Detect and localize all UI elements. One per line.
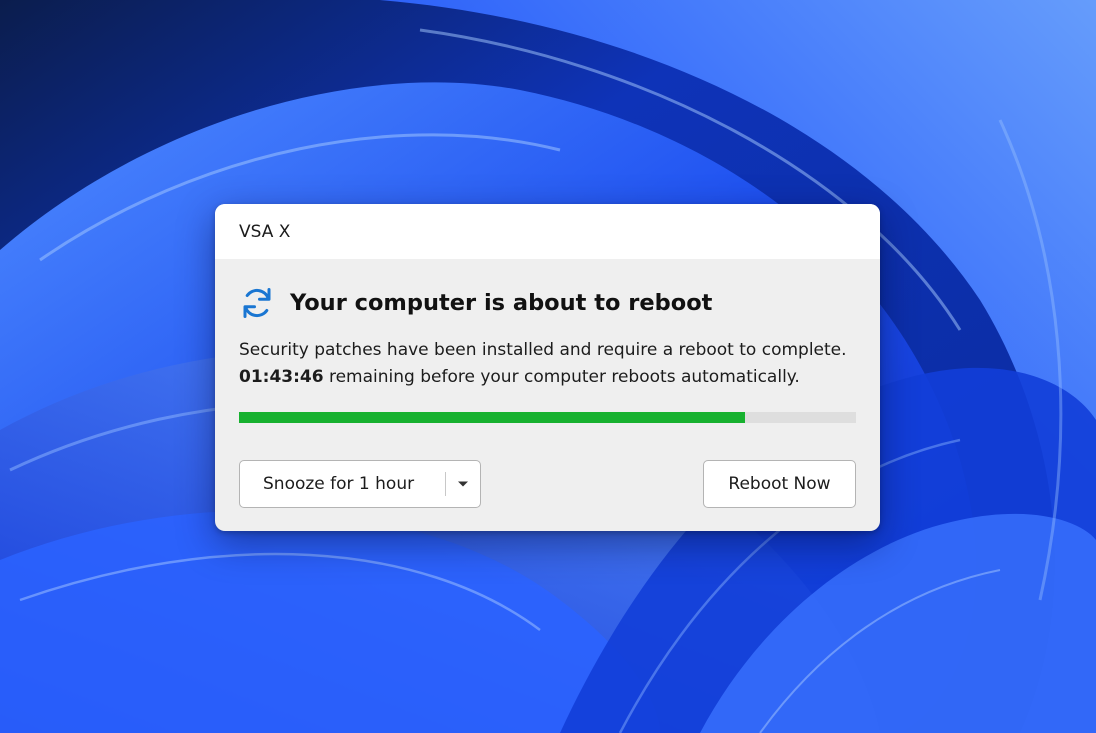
message-line-2: 01:43:46 remaining before your computer …: [239, 364, 856, 391]
snooze-label: Snooze for 1 hour: [263, 474, 415, 494]
app-name: VSA X: [239, 221, 291, 242]
countdown-suffix: remaining before your computer reboots a…: [323, 367, 800, 387]
dialog-titlebar: VSA X: [215, 204, 880, 259]
dialog-heading: Your computer is about to reboot: [290, 290, 713, 316]
progress-fill: [239, 412, 745, 423]
dialog-message: Security patches have been installed and…: [239, 337, 856, 391]
dialog-actions: Snooze for 1 hour Reboot Now: [239, 460, 856, 508]
chevron-down-icon[interactable]: [446, 461, 480, 507]
snooze-dropdown[interactable]: Snooze for 1 hour: [239, 460, 481, 508]
reboot-now-button[interactable]: Reboot Now: [703, 460, 856, 508]
reboot-dialog: VSA X Your computer is about to reboot S…: [215, 204, 880, 531]
refresh-icon: [243, 288, 271, 318]
countdown-timer: 01:43:46: [239, 367, 324, 387]
heading-row: Your computer is about to reboot: [239, 283, 856, 323]
message-line-1: Security patches have been installed and…: [239, 340, 847, 360]
dialog-content: Your computer is about to reboot Securit…: [215, 259, 880, 508]
countdown-progress-bar: [239, 412, 856, 423]
